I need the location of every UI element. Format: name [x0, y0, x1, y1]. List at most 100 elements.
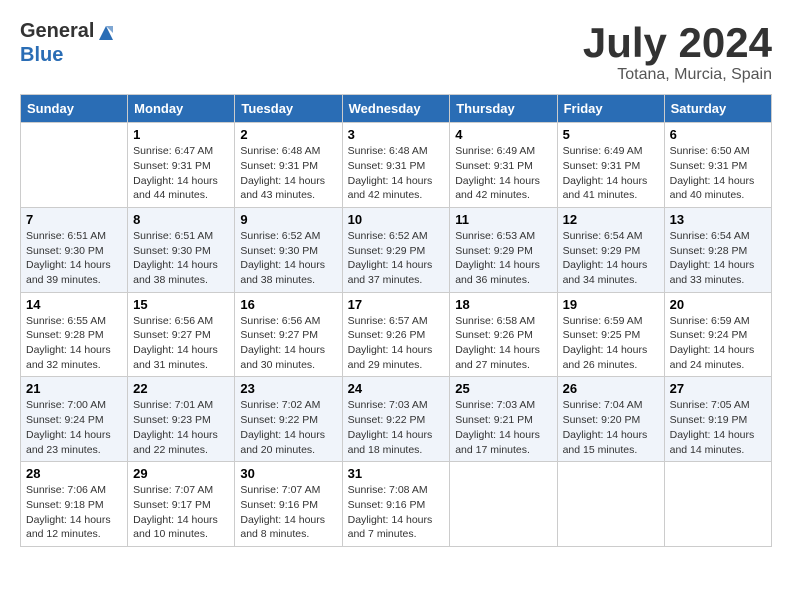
calendar-cell: 4Sunrise: 6:49 AMSunset: 9:31 PMDaylight…: [450, 123, 557, 208]
day-number: 30: [240, 466, 336, 481]
day-info: Sunrise: 7:03 AMSunset: 9:21 PMDaylight:…: [455, 398, 551, 457]
calendar-cell: 5 Sunrise: 6:49 AMSunset: 9:31 PMDaylight…: [557, 123, 664, 208]
calendar-cell: 27 Sunrise: 7:05 AMSunset: 9:19 PMDayligh…: [664, 377, 771, 462]
calendar-cell: [450, 462, 557, 547]
calendar-cell: 9 Sunrise: 6:52 AMSunset: 9:30 PMDaylight…: [235, 207, 342, 292]
day-info: Sunrise: 7:02 AMSunset: 9:22 PMDaylight:…: [240, 398, 336, 457]
day-number: 18: [455, 297, 551, 312]
day-number: 4: [455, 127, 551, 142]
day-number: 15: [133, 297, 229, 312]
day-info: Sunrise: 6:52 AMSunset: 9:29 PMDaylight:…: [348, 229, 445, 288]
calendar-cell: 10 Sunrise: 6:52 AMSunset: 9:29 PMDayligh…: [342, 207, 450, 292]
day-info: Sunrise: 7:06 AMSunset: 9:18 PMDaylight:…: [26, 483, 122, 542]
day-number: 31: [348, 466, 445, 481]
day-number: 24: [348, 381, 445, 396]
day-number: 19: [563, 297, 659, 312]
weekday-header: Sunday: [21, 95, 128, 123]
weekday-header: Saturday: [664, 95, 771, 123]
calendar-cell: 22Sunrise: 7:01 AMSunset: 9:23 PMDayligh…: [128, 377, 235, 462]
logo: General Blue: [20, 20, 118, 67]
day-info: Sunrise: 6:52 AMSunset: 9:30 PMDaylight:…: [240, 229, 336, 288]
day-info: Sunrise: 6:58 AMSunset: 9:26 PMDaylight:…: [455, 314, 551, 373]
calendar-cell: 15 Sunrise: 6:56 AMSunset: 9:27 PMDayligh…: [128, 292, 235, 377]
location-title: Totana, Murcia, Spain: [583, 66, 772, 84]
day-number: 26: [563, 381, 659, 396]
day-info: Sunrise: 6:59 AMSunset: 9:24 PMDaylight:…: [670, 314, 766, 373]
calendar-cell: 25 Sunrise: 7:03 AMSunset: 9:21 PMDayligh…: [450, 377, 557, 462]
day-number: 28: [26, 466, 122, 481]
day-number: 1: [133, 127, 229, 142]
day-info: Sunrise: 6:47 AMSunset: 9:31 PMDaylight:…: [133, 144, 229, 203]
calendar-week-row: 14 Sunrise: 6:55 AMSunset: 9:28 PMDayligh…: [21, 292, 772, 377]
calendar-week-row: 21Sunrise: 7:00 AMSunset: 9:24 PMDayligh…: [21, 377, 772, 462]
day-number: 25: [455, 381, 551, 396]
day-info: Sunrise: 7:01 AMSunset: 9:23 PMDaylight:…: [133, 398, 229, 457]
logo-general: General: [20, 20, 94, 42]
calendar-cell: [557, 462, 664, 547]
day-info: Sunrise: 6:50 AMSunset: 9:31 PMDaylight:…: [670, 144, 766, 203]
calendar-cell: 18 Sunrise: 6:58 AMSunset: 9:26 PMDayligh…: [450, 292, 557, 377]
calendar-cell: 29Sunrise: 7:07 AMSunset: 9:17 PMDayligh…: [128, 462, 235, 547]
calendar-cell: 31 Sunrise: 7:08 AMSunset: 9:16 PMDayligh…: [342, 462, 450, 547]
calendar-week-row: 7Sunrise: 6:51 AMSunset: 9:30 PMDaylight…: [21, 207, 772, 292]
day-info: Sunrise: 6:54 AMSunset: 9:29 PMDaylight:…: [563, 229, 659, 288]
calendar-cell: 17Sunrise: 6:57 AMSunset: 9:26 PMDayligh…: [342, 292, 450, 377]
weekday-header: Monday: [128, 95, 235, 123]
day-info: Sunrise: 6:49 AMSunset: 9:31 PMDaylight:…: [563, 144, 659, 203]
weekday-header: Thursday: [450, 95, 557, 123]
day-info: Sunrise: 7:08 AMSunset: 9:16 PMDaylight:…: [348, 483, 445, 542]
day-number: 27: [670, 381, 766, 396]
calendar-cell: [664, 462, 771, 547]
calendar-cell: 3 Sunrise: 6:48 AMSunset: 9:31 PMDaylight…: [342, 123, 450, 208]
calendar-cell: 1 Sunrise: 6:47 AMSunset: 9:31 PMDaylight…: [128, 123, 235, 208]
day-info: Sunrise: 7:03 AMSunset: 9:22 PMDaylight:…: [348, 398, 445, 457]
calendar-cell: 24 Sunrise: 7:03 AMSunset: 9:22 PMDayligh…: [342, 377, 450, 462]
day-info: Sunrise: 6:59 AMSunset: 9:25 PMDaylight:…: [563, 314, 659, 373]
day-number: 20: [670, 297, 766, 312]
day-info: Sunrise: 6:48 AMSunset: 9:31 PMDaylight:…: [240, 144, 336, 203]
day-number: 9: [240, 212, 336, 227]
calendar-cell: 8 Sunrise: 6:51 AMSunset: 9:30 PMDaylight…: [128, 207, 235, 292]
logo-icon: [95, 22, 117, 44]
day-number: 5: [563, 127, 659, 142]
day-number: 29: [133, 466, 229, 481]
calendar-cell: 30Sunrise: 7:07 AMSunset: 9:16 PMDayligh…: [235, 462, 342, 547]
day-info: Sunrise: 6:56 AMSunset: 9:27 PMDaylight:…: [240, 314, 336, 373]
month-title: July 2024: [583, 20, 772, 66]
day-number: 8: [133, 212, 229, 227]
calendar-cell: 26Sunrise: 7:04 AMSunset: 9:20 PMDayligh…: [557, 377, 664, 462]
day-info: Sunrise: 6:53 AMSunset: 9:29 PMDaylight:…: [455, 229, 551, 288]
calendar-cell: 6 Sunrise: 6:50 AMSunset: 9:31 PMDaylight…: [664, 123, 771, 208]
calendar-cell: 14 Sunrise: 6:55 AMSunset: 9:28 PMDayligh…: [21, 292, 128, 377]
calendar-cell: 28 Sunrise: 7:06 AMSunset: 9:18 PMDayligh…: [21, 462, 128, 547]
day-number: 3: [348, 127, 445, 142]
day-number: 21: [26, 381, 122, 396]
calendar-week-row: 1 Sunrise: 6:47 AMSunset: 9:31 PMDaylight…: [21, 123, 772, 208]
calendar-cell: 2Sunrise: 6:48 AMSunset: 9:31 PMDaylight…: [235, 123, 342, 208]
calendar-cell: 16Sunrise: 6:56 AMSunset: 9:27 PMDayligh…: [235, 292, 342, 377]
day-number: 13: [670, 212, 766, 227]
day-info: Sunrise: 6:56 AMSunset: 9:27 PMDaylight:…: [133, 314, 229, 373]
weekday-header: Tuesday: [235, 95, 342, 123]
calendar-table: SundayMondayTuesdayWednesdayThursdayFrid…: [20, 94, 772, 547]
day-number: 10: [348, 212, 445, 227]
calendar-week-row: 28 Sunrise: 7:06 AMSunset: 9:18 PMDayligh…: [21, 462, 772, 547]
day-number: 11: [455, 212, 551, 227]
logo-blue: Blue: [20, 44, 63, 66]
day-number: 6: [670, 127, 766, 142]
calendar-cell: 12Sunrise: 6:54 AMSunset: 9:29 PMDayligh…: [557, 207, 664, 292]
day-info: Sunrise: 6:51 AMSunset: 9:30 PMDaylight:…: [133, 229, 229, 288]
calendar-cell: 20 Sunrise: 6:59 AMSunset: 9:24 PMDayligh…: [664, 292, 771, 377]
day-info: Sunrise: 6:55 AMSunset: 9:28 PMDaylight:…: [26, 314, 122, 373]
day-info: Sunrise: 7:05 AMSunset: 9:19 PMDaylight:…: [670, 398, 766, 457]
title-block: July 2024 Totana, Murcia, Spain: [583, 20, 772, 84]
day-info: Sunrise: 6:51 AMSunset: 9:30 PMDaylight:…: [26, 229, 122, 288]
calendar-cell: [21, 123, 128, 208]
page-header: General Blue July 2024 Totana, Murcia, S…: [20, 20, 772, 84]
logo-text: General Blue: [20, 20, 118, 67]
day-number: 23: [240, 381, 336, 396]
weekday-header: Friday: [557, 95, 664, 123]
day-number: 17: [348, 297, 445, 312]
day-info: Sunrise: 6:48 AMSunset: 9:31 PMDaylight:…: [348, 144, 445, 203]
day-number: 14: [26, 297, 122, 312]
